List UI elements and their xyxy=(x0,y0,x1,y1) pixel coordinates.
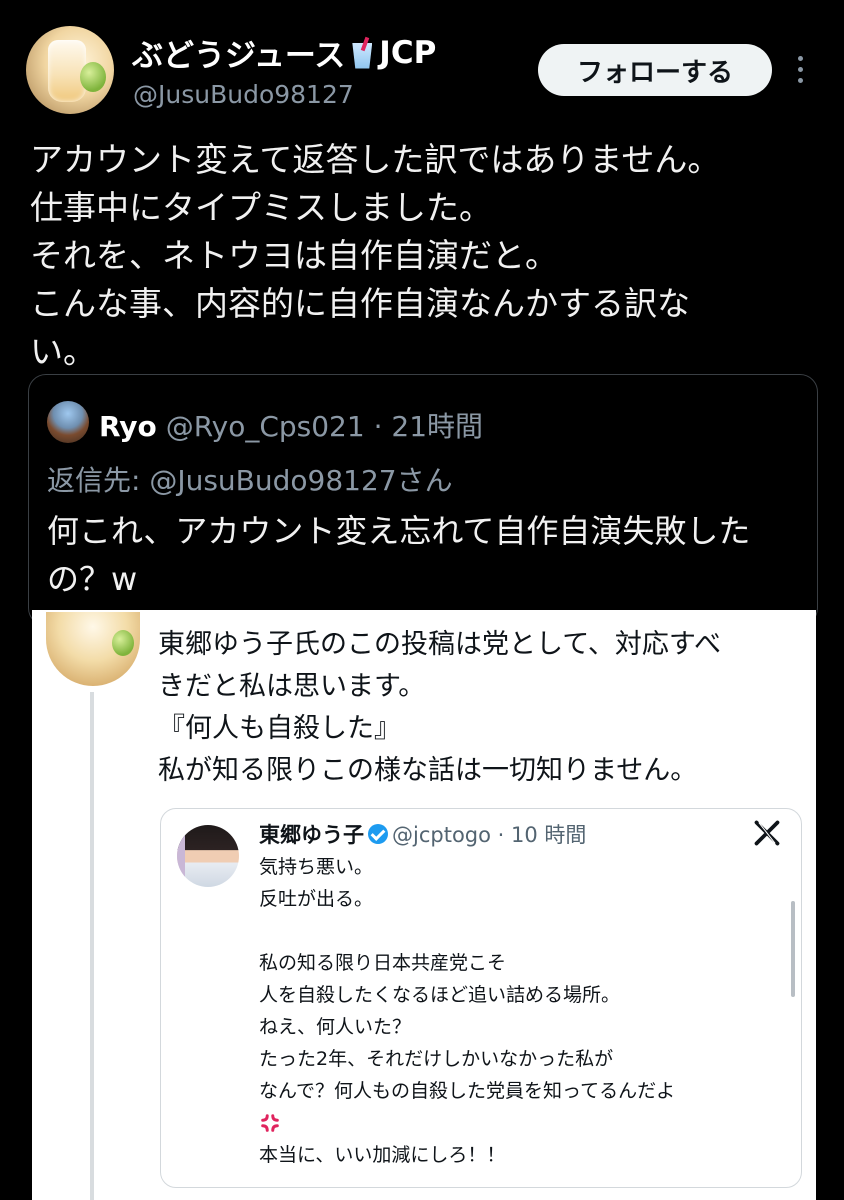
quoted-text-line: 何これ、アカウント変え忘れて自作自演失敗した xyxy=(47,512,751,550)
quoted-author-avatar[interactable] xyxy=(47,401,89,443)
embedded-text-line: 私の知る限り日本共産党こそ xyxy=(259,952,507,974)
quoted-author-meta: @Ryo_Cps021 · 21時間 xyxy=(165,410,484,443)
tweet-text-line: 仕事中にタイプミスしました。 xyxy=(30,188,492,227)
embedded-scrollbar[interactable] xyxy=(791,901,795,997)
screenshot-text-line: 私が知る限りこの様な話は一切知りません。 xyxy=(158,755,698,786)
embedded-anger-line xyxy=(259,1107,789,1139)
embedded-text-line: 本当に、いい加減にしろ！！ xyxy=(259,1144,506,1166)
embedded-tweet-text: 気持ち悪い。 反吐が出る。 私の知る限り日本共産党こそ 人を自殺したくなるほど追… xyxy=(259,851,789,1171)
quoted-tweet-card[interactable]: Ryo @Ryo_Cps021 · 21時間 返信先: @JusuBudo981… xyxy=(28,374,818,626)
verified-badge-icon xyxy=(368,824,388,844)
embedded-text-line: たった2年、それだけしかいなかった私が xyxy=(259,1048,614,1070)
quoted-text-line: の？w xyxy=(47,560,138,598)
embedded-text-line: 反吐が出る。 xyxy=(259,888,374,910)
author-avatar[interactable] xyxy=(26,26,114,114)
author-display-name[interactable]: ぶどうジュース JCP xyxy=(132,30,436,75)
avatar-grape xyxy=(80,62,106,92)
quoted-tweet-text: 何これ、アカウント変え忘れて自作自演失敗した の？w xyxy=(47,507,807,603)
thread-connector-line xyxy=(90,692,94,1200)
more-vertical-icon[interactable] xyxy=(794,56,806,88)
embedded-text-line: 人を自殺したくなるほど追い詰める場所。 xyxy=(259,984,621,1006)
tweet-text-line: い。 xyxy=(30,332,96,371)
author-party-tag: JCP xyxy=(379,34,437,71)
anger-symbol-icon xyxy=(261,1114,279,1132)
attached-screenshot[interactable]: 東郷ゆう子氏のこの投稿は党として、対応すべ きだと私は思います。 『何人も自殺し… xyxy=(32,610,816,1200)
embedded-author-avatar xyxy=(177,825,239,887)
reply-to-label[interactable]: 返信先: @JusuBudo98127さん xyxy=(47,459,453,499)
embedded-tweet-card: 東郷ゆう子 @jcptogo · 10 時間 気持ち悪い。 反吐が出る。 私の知… xyxy=(160,808,802,1188)
quoted-author-name[interactable]: Ryo xyxy=(99,410,157,443)
embedded-text-line: 気持ち悪い。 xyxy=(259,856,374,878)
embedded-tweet-header: 東郷ゆう子 @jcptogo · 10 時間 xyxy=(259,819,586,849)
author-handle[interactable]: @JusuBudo98127 xyxy=(133,80,354,109)
tweet-text: アカウント変えて返答した訳ではありません。 仕事中にタイプミスしました。 それを… xyxy=(30,136,820,376)
screenshot-author-avatar xyxy=(46,612,140,686)
x-logo-icon xyxy=(754,820,780,846)
embedded-text-line: ねえ、何人いた？ xyxy=(259,1016,412,1038)
embedded-text-line xyxy=(259,915,789,947)
author-name-text: ぶどうジュース xyxy=(132,38,346,74)
quoted-tweet-header: Ryo @Ryo_Cps021 · 21時間 xyxy=(99,405,483,445)
cup-with-straw-icon xyxy=(349,36,375,69)
screenshot-text-line: 『何人も自殺した』 xyxy=(158,713,401,744)
embedded-author-meta: @jcptogo · 10 時間 xyxy=(392,823,587,847)
screenshot-text-line: 東郷ゆう子氏のこの投稿は党として、対応すべ xyxy=(158,629,721,660)
embedded-text-line: なんで？何人もの自殺した党員を知ってるんだよ xyxy=(259,1080,676,1102)
tweet-text-line: それを、ネトウヨは自作自演だと。 xyxy=(30,236,558,275)
screenshot-tweet-text: 東郷ゆう子氏のこの投稿は党として、対応すべ きだと私は思います。 『何人も自殺し… xyxy=(158,624,808,792)
tweet-text-line: アカウント変えて返答した訳ではありません。 xyxy=(30,140,721,179)
screenshot-text-line: きだと私は思います。 xyxy=(158,671,426,702)
embedded-author-name: 東郷ゆう子 xyxy=(259,823,364,847)
follow-button[interactable]: フォローする xyxy=(538,44,772,96)
tweet-text-line: こんな事、内容的に自作自演なんかする訳な xyxy=(30,284,690,323)
